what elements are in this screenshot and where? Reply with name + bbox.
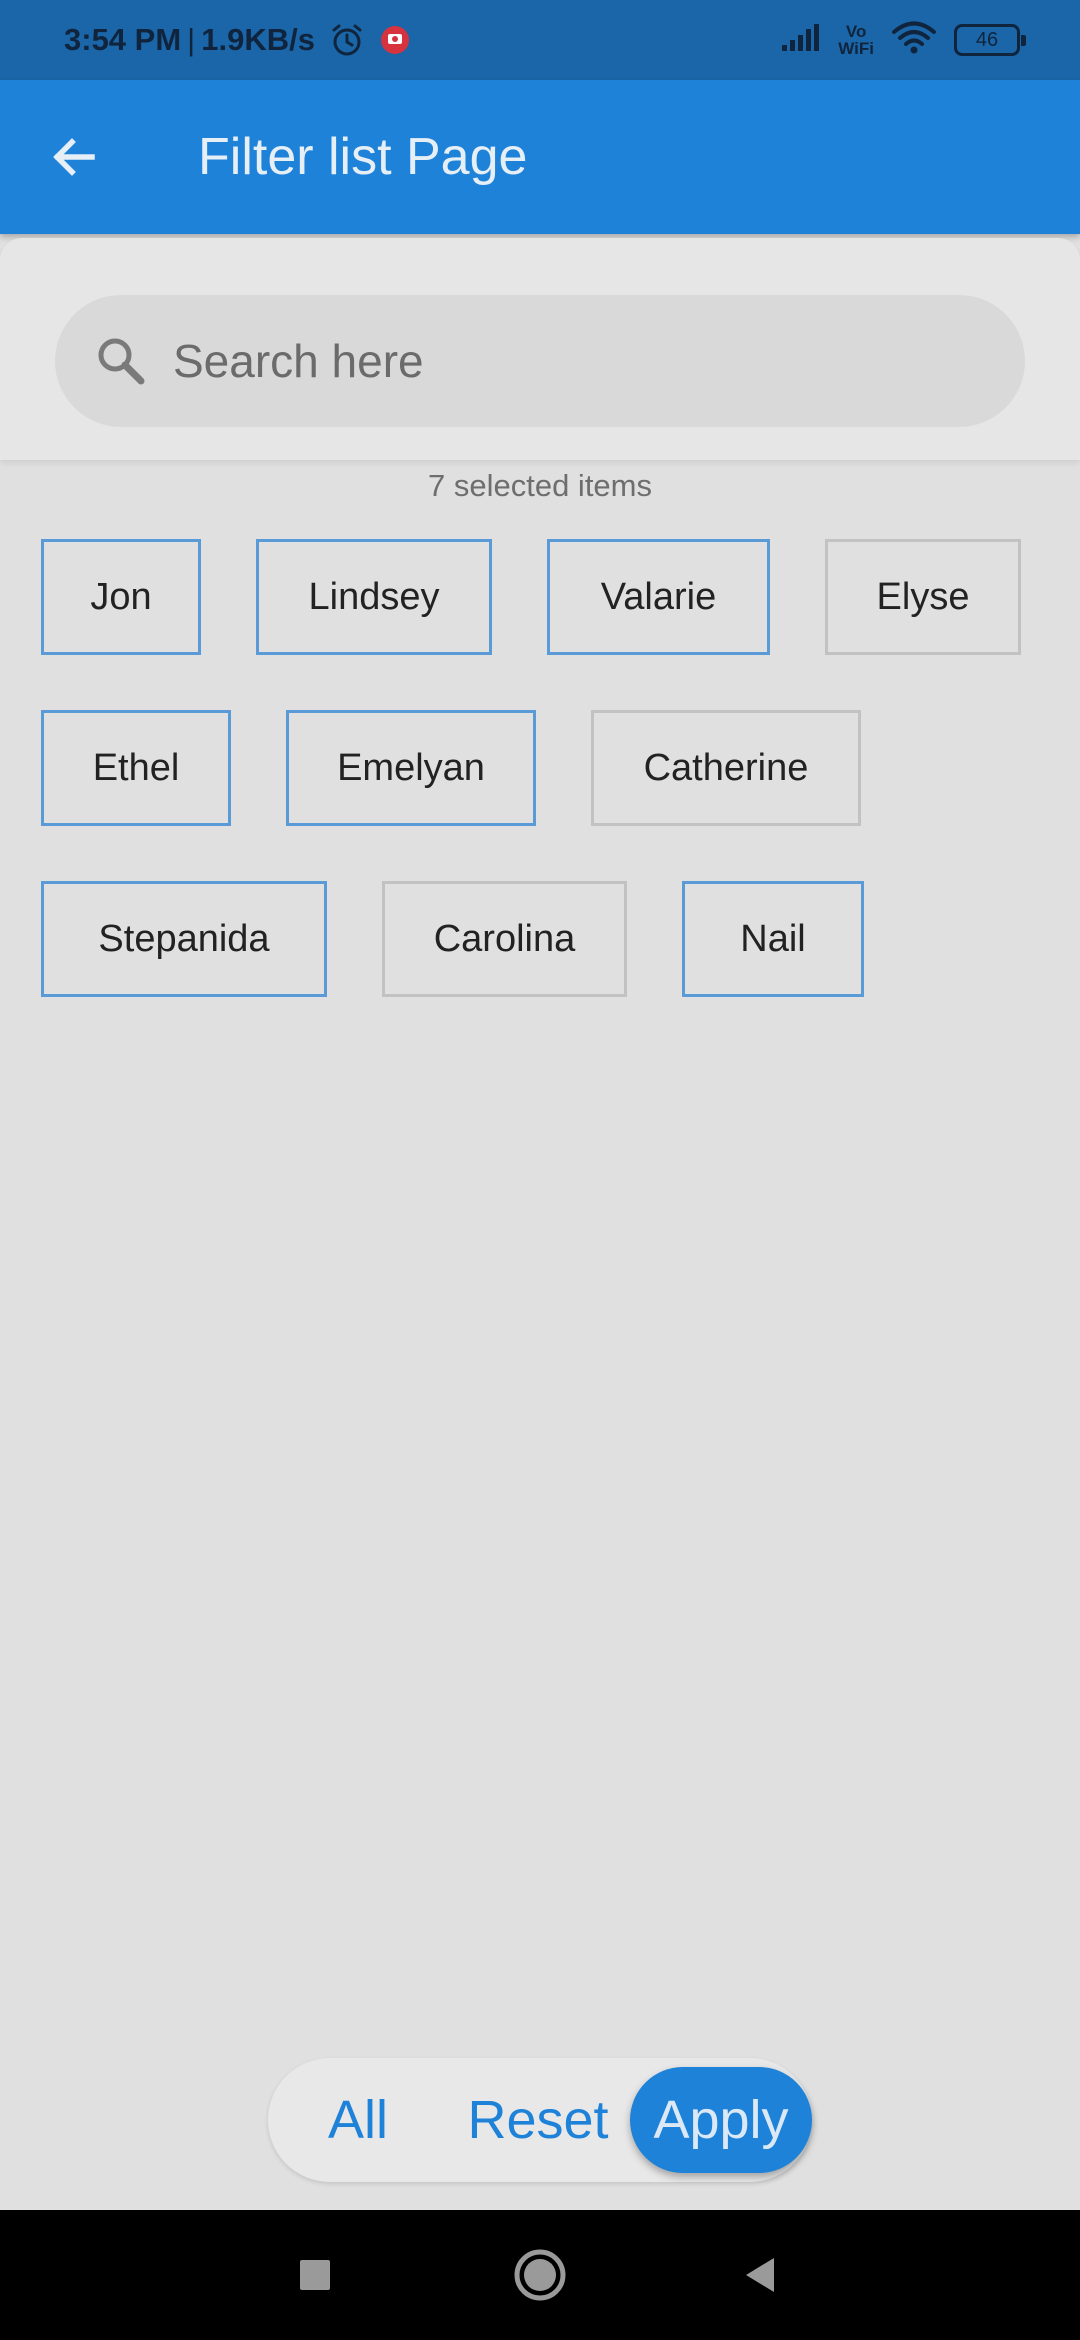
home-button[interactable]	[505, 2210, 575, 2340]
network-speed: 1.9KB/s	[201, 22, 315, 57]
chip-label: Nail	[740, 917, 806, 960]
screen-record-icon	[379, 24, 411, 56]
page-title: Filter list Page	[198, 128, 528, 186]
chip-label: Elyse	[876, 575, 970, 618]
all-button[interactable]: All	[298, 2058, 418, 2182]
wifi-icon	[892, 21, 936, 60]
selected-count: 7 selected items	[428, 468, 652, 503]
chip-label: Valarie	[600, 575, 717, 618]
signal-icon	[780, 23, 820, 58]
chip-label: Carolina	[433, 917, 576, 960]
search-box[interactable]	[55, 295, 1025, 427]
search-input[interactable]	[173, 334, 933, 388]
app-bar: Filter list Page	[0, 80, 1080, 234]
vowifi-top: Vo	[845, 22, 867, 41]
vowifi-bottom: WiFi	[838, 39, 874, 58]
chip-valarie[interactable]: Valarie	[547, 539, 770, 655]
status-separator: |	[187, 22, 196, 57]
battery-icon: 46	[954, 24, 1026, 56]
status-time: 3:54 PM	[64, 22, 182, 57]
chip-nail[interactable]: Nail	[682, 881, 864, 997]
chip-label: Lindsey	[308, 575, 440, 618]
chip-label: Catherine	[643, 746, 809, 789]
search-icon	[93, 333, 149, 389]
chip-label: Jon	[90, 575, 152, 618]
chip-ethel[interactable]: Ethel	[41, 710, 231, 826]
chip-label: Stepanida	[98, 917, 270, 960]
status-bar: 3:54 PM | 1.9KB/s Vo WiFi 46	[0, 0, 1080, 80]
battery-level: 46	[975, 28, 999, 51]
back-nav-button[interactable]	[725, 2210, 795, 2340]
status-left: 3:54 PM | 1.9KB/s	[64, 0, 411, 80]
back-triangle-icon	[746, 2258, 774, 2292]
recents-square-icon	[300, 2260, 330, 2290]
chip-label: Ethel	[92, 746, 180, 789]
recents-button[interactable]	[280, 2210, 350, 2340]
chip-lindsey[interactable]: Lindsey	[256, 539, 492, 655]
alarm-icon	[329, 22, 365, 58]
reset-button[interactable]: Reset	[458, 2058, 618, 2182]
arrow-left-icon	[53, 138, 95, 176]
chip-carolina[interactable]: Carolina	[382, 881, 627, 997]
search-header	[0, 238, 1080, 460]
chip-jon[interactable]: Jon	[41, 539, 201, 655]
chip-elyse[interactable]: Elyse	[825, 539, 1021, 655]
home-circle-icon	[514, 2249, 566, 2301]
chip-emelyan[interactable]: Emelyan	[286, 710, 536, 826]
apply-button[interactable]: Apply	[630, 2067, 812, 2173]
vowifi-icon: Vo WiFi	[838, 23, 874, 57]
chip-stepanida[interactable]: Stepanida	[41, 881, 327, 997]
chip-label: Emelyan	[337, 746, 485, 789]
status-right: Vo WiFi 46	[780, 0, 1026, 80]
navigation-bar	[0, 2210, 1080, 2340]
chip-catherine[interactable]: Catherine	[591, 710, 861, 826]
back-button[interactable]	[42, 125, 106, 189]
